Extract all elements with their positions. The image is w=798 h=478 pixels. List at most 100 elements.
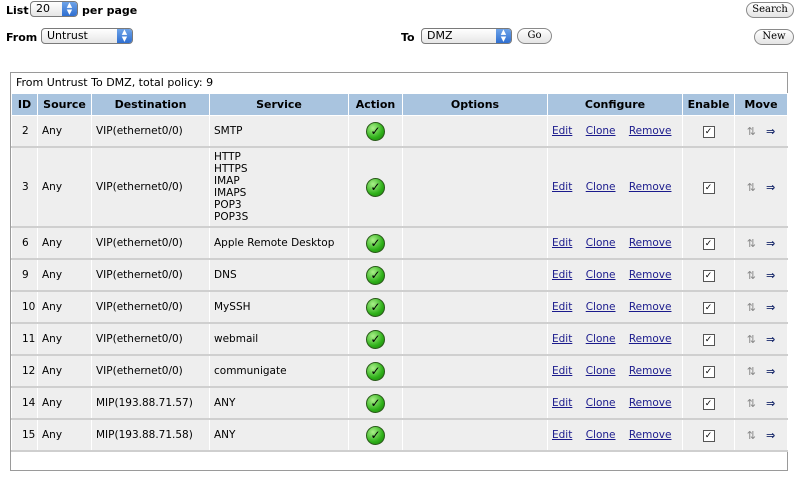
edit-link[interactable]: Edit bbox=[552, 301, 572, 313]
service-name: ANY bbox=[214, 429, 236, 441]
move-cycle-icon[interactable]: ⇅ bbox=[747, 269, 756, 282]
table-row: 9 Any VIP(ethernet0/0) DNS ✓ Edit Clone Remov… bbox=[11, 258, 788, 292]
enable-checkbox[interactable]: ✓ bbox=[702, 181, 715, 194]
permit-check-icon[interactable]: ✓ bbox=[366, 425, 385, 445]
move-arrow-icon[interactable]: ⇒ bbox=[766, 397, 775, 410]
policy-destination: VIP(ethernet0/0) bbox=[96, 269, 183, 281]
enable-checkbox[interactable]: ✓ bbox=[702, 397, 715, 410]
permit-check-icon[interactable]: ✓ bbox=[366, 121, 385, 141]
remove-link[interactable]: Remove bbox=[629, 429, 672, 441]
permit-check-icon[interactable]: ✓ bbox=[366, 361, 385, 381]
move-cycle-icon[interactable]: ⇅ bbox=[747, 429, 756, 442]
policy-id: 11 bbox=[22, 333, 36, 345]
clone-link[interactable]: Clone bbox=[586, 181, 616, 193]
move-cycle-icon[interactable]: ⇅ bbox=[747, 397, 756, 410]
move-cycle-icon[interactable]: ⇅ bbox=[747, 365, 756, 378]
move-cycle-icon[interactable]: ⇅ bbox=[747, 237, 756, 250]
cell-configure: Edit Clone Remove bbox=[547, 290, 683, 324]
policy-destination: VIP(ethernet0/0) bbox=[96, 333, 183, 345]
edit-link[interactable]: Edit bbox=[552, 333, 572, 345]
move-arrow-icon[interactable]: ⇒ bbox=[766, 301, 775, 314]
policy-source: Any bbox=[42, 181, 63, 193]
service-name: webmail bbox=[214, 333, 259, 345]
permit-check-icon[interactable]: ✓ bbox=[366, 177, 385, 197]
enable-checkbox[interactable]: ✓ bbox=[702, 125, 715, 138]
from-zone-value: Untrust bbox=[47, 29, 88, 42]
remove-link[interactable]: Remove bbox=[629, 333, 672, 345]
enable-checkbox[interactable]: ✓ bbox=[702, 429, 715, 442]
policy-destination: VIP(ethernet0/0) bbox=[96, 365, 183, 377]
enable-checkbox[interactable]: ✓ bbox=[702, 365, 715, 378]
move-arrow-icon[interactable]: ⇒ bbox=[766, 333, 775, 346]
search-button[interactable]: Search bbox=[746, 2, 794, 18]
header-destination: Destination bbox=[91, 93, 210, 116]
policy-rows: 2 Any VIP(ethernet0/0) SMTP ✓ Edit Clone Remo… bbox=[11, 115, 788, 452]
cell-destination: VIP(ethernet0/0) bbox=[91, 226, 210, 260]
header-configure: Configure bbox=[547, 93, 683, 116]
move-arrow-icon[interactable]: ⇒ bbox=[766, 237, 775, 250]
clone-link[interactable]: Clone bbox=[586, 301, 616, 313]
list-size-value: 20 bbox=[36, 2, 50, 15]
clone-link[interactable]: Clone bbox=[586, 429, 616, 441]
policy-source: Any bbox=[42, 429, 63, 441]
clone-link[interactable]: Clone bbox=[586, 237, 616, 249]
move-arrow-icon[interactable]: ⇒ bbox=[766, 125, 775, 138]
cell-service: HTTP HTTPS IMAP IMAPS POP3 POP3S bbox=[209, 146, 349, 228]
to-zone-select[interactable]: DMZ ▲ ▼ bbox=[421, 28, 512, 44]
cell-enable: ✓ bbox=[682, 322, 735, 356]
remove-link[interactable]: Remove bbox=[629, 125, 672, 137]
cell-enable: ✓ bbox=[682, 354, 735, 388]
enable-checkbox[interactable]: ✓ bbox=[702, 301, 715, 314]
permit-check-icon[interactable]: ✓ bbox=[366, 297, 385, 317]
move-arrow-icon[interactable]: ⇒ bbox=[766, 429, 775, 442]
enable-checkbox[interactable]: ✓ bbox=[702, 333, 715, 346]
move-arrow-icon[interactable]: ⇒ bbox=[766, 269, 775, 282]
header-source: Source bbox=[37, 93, 92, 116]
edit-link[interactable]: Edit bbox=[552, 269, 572, 281]
edit-link[interactable]: Edit bbox=[552, 429, 572, 441]
to-label: To bbox=[401, 31, 415, 44]
move-cycle-icon[interactable]: ⇅ bbox=[747, 125, 756, 138]
cell-action: ✓ bbox=[348, 146, 403, 228]
move-arrow-icon[interactable]: ⇒ bbox=[766, 181, 775, 194]
edit-link[interactable]: Edit bbox=[552, 237, 572, 249]
clone-link[interactable]: Clone bbox=[586, 333, 616, 345]
to-zone-value: DMZ bbox=[427, 29, 453, 42]
remove-link[interactable]: Remove bbox=[629, 269, 672, 281]
clone-link[interactable]: Clone bbox=[586, 125, 616, 137]
permit-check-icon[interactable]: ✓ bbox=[366, 329, 385, 349]
edit-link[interactable]: Edit bbox=[552, 125, 572, 137]
table-row: 12 Any VIP(ethernet0/0) communigate ✓ Edit Cl… bbox=[11, 354, 788, 388]
clone-link[interactable]: Clone bbox=[586, 397, 616, 409]
policy-destination: MIP(193.88.71.58) bbox=[96, 429, 193, 441]
clone-link[interactable]: Clone bbox=[586, 269, 616, 281]
edit-link[interactable]: Edit bbox=[552, 181, 572, 193]
remove-link[interactable]: Remove bbox=[629, 237, 672, 249]
remove-link[interactable]: Remove bbox=[629, 301, 672, 313]
edit-link[interactable]: Edit bbox=[552, 397, 572, 409]
cell-action: ✓ bbox=[348, 386, 403, 420]
remove-link[interactable]: Remove bbox=[629, 397, 672, 409]
remove-link[interactable]: Remove bbox=[629, 365, 672, 377]
from-zone-select[interactable]: Untrust ▲ ▼ bbox=[41, 28, 133, 44]
move-cycle-icon[interactable]: ⇅ bbox=[747, 301, 756, 314]
go-button[interactable]: Go bbox=[517, 28, 552, 44]
cell-id: 3 bbox=[11, 146, 38, 228]
move-cycle-icon[interactable]: ⇅ bbox=[747, 181, 756, 194]
edit-link[interactable]: Edit bbox=[552, 365, 572, 377]
remove-link[interactable]: Remove bbox=[629, 181, 672, 193]
permit-check-icon[interactable]: ✓ bbox=[366, 233, 385, 253]
header-action: Action bbox=[348, 93, 403, 116]
permit-check-icon[interactable]: ✓ bbox=[366, 393, 385, 413]
move-cycle-icon[interactable]: ⇅ bbox=[747, 333, 756, 346]
policy-source: Any bbox=[42, 333, 63, 345]
cell-configure: Edit Clone Remove bbox=[547, 115, 683, 148]
new-button[interactable]: New bbox=[754, 29, 794, 45]
list-size-select[interactable]: 20 ▲ ▼ bbox=[30, 1, 78, 17]
cell-enable: ✓ bbox=[682, 290, 735, 324]
enable-checkbox[interactable]: ✓ bbox=[702, 237, 715, 250]
enable-checkbox[interactable]: ✓ bbox=[702, 269, 715, 282]
move-arrow-icon[interactable]: ⇒ bbox=[766, 365, 775, 378]
clone-link[interactable]: Clone bbox=[586, 365, 616, 377]
permit-check-icon[interactable]: ✓ bbox=[366, 265, 385, 285]
